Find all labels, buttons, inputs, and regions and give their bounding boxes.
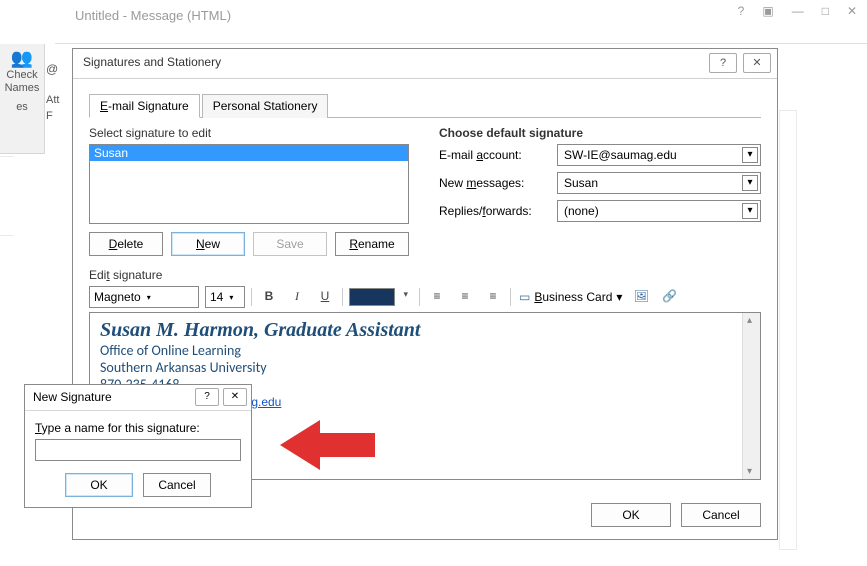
new-button[interactable]: New — [171, 232, 245, 256]
signature-list[interactable]: Susan — [89, 144, 409, 224]
at-icon: @ — [46, 62, 58, 76]
editor-scrollbar[interactable] — [742, 313, 760, 479]
dropdown-arrow-icon[interactable]: ▾ — [742, 175, 758, 191]
select-signature-label: Select signature to edit — [89, 126, 409, 140]
new-signature-cancel-button[interactable]: Cancel — [143, 473, 211, 497]
italic-button[interactable]: I — [286, 286, 308, 308]
close-icon[interactable]: ✕ — [847, 4, 857, 18]
dialog-close-button[interactable]: ✕ — [743, 53, 771, 73]
align-center-button[interactable]: ≡ — [454, 286, 476, 308]
email-account-value: SW-IE@saumag.edu — [564, 148, 677, 162]
new-messages-combo[interactable]: Susan ▾ — [557, 172, 761, 194]
business-card-icon: ▭ — [519, 290, 530, 304]
dialog-tabs: E-mail Signature Personal Stationery — [89, 93, 761, 118]
edit-signature-label: Edit signature — [89, 268, 761, 282]
signature-list-item[interactable]: Susan — [90, 145, 408, 161]
check-names-button[interactable]: Check Names — [2, 69, 42, 95]
message-window-titlebar: Untitled - Message (HTML) ? ▣ — □ ✕ — [55, 0, 867, 44]
dialog-titlebar: Signatures and Stationery ? ✕ — [73, 49, 777, 79]
ribbon-label-es: es — [2, 101, 42, 114]
delete-button[interactable]: Delete — [89, 232, 163, 256]
business-card-button[interactable]: ▭ Business Card ▾ — [517, 290, 624, 304]
replies-value: (none) — [564, 204, 599, 218]
ribbon-fragment: 👥 Check Names es — [0, 44, 45, 154]
tab-email-signature[interactable]: E-mail Signature — [89, 94, 200, 118]
font-size-value: 14 — [210, 290, 223, 304]
ok-button[interactable]: OK — [591, 503, 671, 527]
annotation-arrow-icon — [280, 415, 380, 475]
dialog-help-button[interactable]: ? — [709, 53, 737, 73]
new-messages-value: Susan — [564, 176, 598, 190]
ribbon-separator — [0, 156, 14, 236]
new-signature-close-button[interactable]: ✕ — [223, 388, 247, 406]
editor-toolbar: Magneto▾ 14▾ B I U ≡ ≡ ≡ ▭ Business Card… — [89, 286, 761, 308]
scrollbar-outer[interactable] — [779, 110, 797, 550]
insert-hyperlink-button[interactable]: 🔗 — [658, 286, 680, 308]
window-controls: ? ▣ — □ ✕ — [738, 4, 857, 18]
insert-picture-button[interactable]: 🖼 — [630, 286, 652, 308]
signature-line-name: Susan M. Harmon, Graduate Assistant — [100, 319, 750, 342]
align-right-button[interactable]: ≡ — [482, 286, 504, 308]
replies-forwards-label: Replies/forwards: — [439, 204, 549, 218]
ribbon-att-label: Att — [46, 94, 59, 106]
email-account-combo[interactable]: SW-IE@saumag.edu ▾ — [557, 144, 761, 166]
new-signature-prompt: Type a name for this signature: — [35, 421, 241, 435]
font-size-combo[interactable]: 14▾ — [205, 286, 245, 308]
ribbon-f-label: F — [46, 110, 53, 122]
new-messages-label: New messages: — [439, 176, 549, 190]
replies-combo[interactable]: (none) ▾ — [557, 200, 761, 222]
align-left-button[interactable]: ≡ — [426, 286, 448, 308]
font-name-value: Magneto — [94, 290, 141, 304]
new-signature-help-button[interactable]: ? — [195, 388, 219, 406]
dropdown-arrow-icon[interactable]: ▾ — [742, 147, 758, 163]
save-button: Save — [253, 232, 327, 256]
choose-default-label: Choose default signature — [439, 126, 761, 140]
dropdown-arrow-icon[interactable]: ▾ — [742, 203, 758, 219]
font-name-combo[interactable]: Magneto▾ — [89, 286, 199, 308]
font-color-button[interactable] — [349, 288, 395, 306]
people-icon: 👥 — [2, 48, 42, 69]
maximize-icon[interactable]: □ — [822, 4, 829, 18]
new-signature-dialog: New Signature ? ✕ Type a name for this s… — [24, 384, 252, 508]
tab-personal-stationery[interactable]: Personal Stationery — [202, 94, 329, 118]
ribbon-display-icon[interactable]: ▣ — [762, 4, 773, 18]
dialog-title: Signatures and Stationery — [83, 55, 221, 69]
help-icon[interactable]: ? — [738, 4, 745, 18]
bold-button[interactable]: B — [258, 286, 280, 308]
new-signature-title: New Signature — [33, 390, 112, 404]
signature-name-input[interactable] — [35, 439, 241, 461]
email-account-label: E-mail account: — [439, 148, 549, 162]
cancel-button[interactable]: Cancel — [681, 503, 761, 527]
underline-button[interactable]: U — [314, 286, 336, 308]
rename-button[interactable]: Rename — [335, 232, 409, 256]
message-window-title: Untitled - Message (HTML) — [75, 8, 231, 23]
minimize-icon[interactable]: — — [792, 4, 804, 18]
signature-line-dept: Office of Online Learning — [100, 342, 750, 359]
signature-line-org: Southern Arkansas University — [100, 359, 750, 376]
new-signature-ok-button[interactable]: OK — [65, 473, 133, 497]
